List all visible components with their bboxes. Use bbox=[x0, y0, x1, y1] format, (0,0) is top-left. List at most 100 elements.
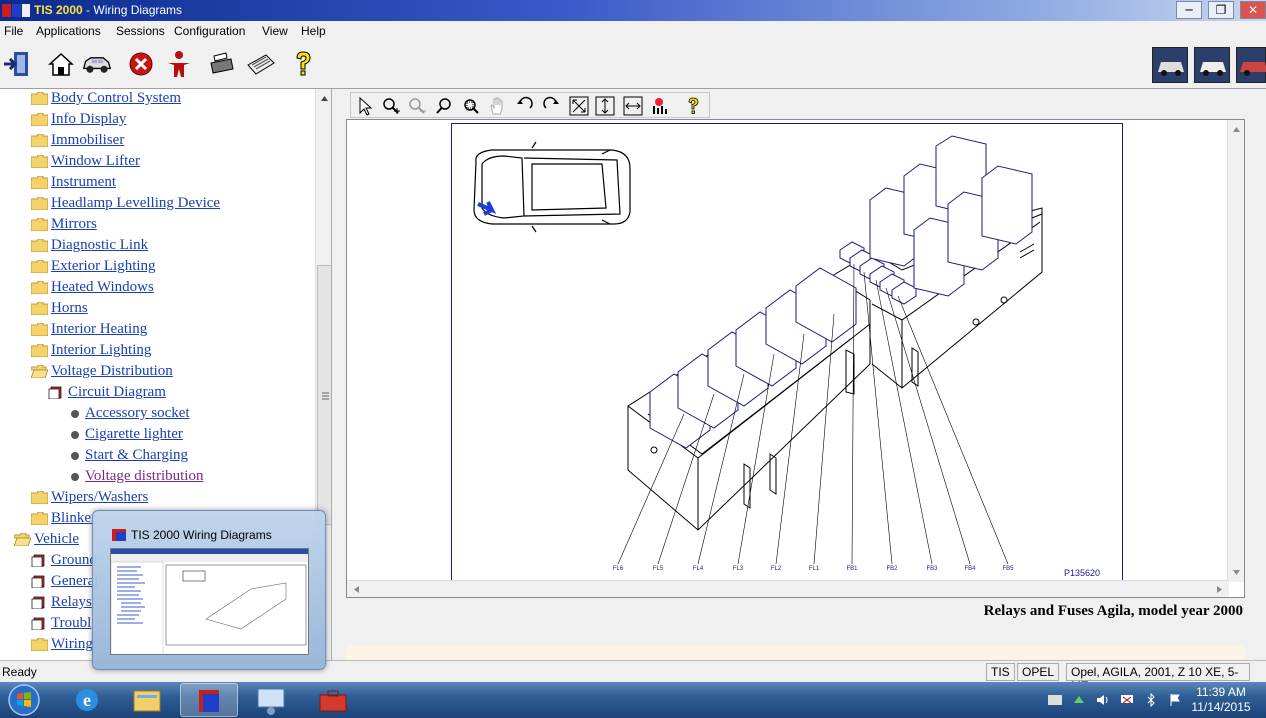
tree-item-label[interactable]: Ground bbox=[51, 552, 97, 569]
tree-item-label[interactable]: Accessory socket bbox=[85, 405, 190, 422]
menu-configuration[interactable]: Configuration bbox=[174, 24, 245, 38]
keyboard-icon[interactable] bbox=[246, 49, 276, 79]
rotate-left-icon[interactable] bbox=[515, 96, 535, 116]
menu-file[interactable]: File bbox=[4, 24, 23, 38]
help-icon[interactable] bbox=[288, 49, 318, 79]
tree-item-label[interactable]: Heated Windows bbox=[51, 279, 154, 296]
rotate-right-icon[interactable] bbox=[541, 96, 561, 116]
thumbnail-preview bbox=[110, 548, 309, 655]
tree-item-label[interactable]: Interior Lighting bbox=[51, 342, 151, 359]
folder-icon bbox=[31, 344, 48, 357]
viewer-help-icon[interactable] bbox=[683, 96, 703, 116]
wiring-diagram[interactable]: FL6 FL5 FL4 FL3 FL2 FL1 FB1 FB2 FB3 FB4 FB5 P13562… bbox=[451, 123, 1123, 581]
tree-item-label[interactable]: Interior Heating bbox=[51, 321, 147, 338]
bluetooth-icon[interactable] bbox=[1144, 693, 1158, 707]
fuse-label: FB1 bbox=[846, 566, 858, 572]
scroll-left-icon[interactable] bbox=[349, 582, 364, 597]
highlight-icon[interactable] bbox=[651, 96, 671, 116]
tree-item-label[interactable]: Immobiliser bbox=[51, 132, 124, 149]
action-center-icon[interactable] bbox=[1168, 693, 1182, 707]
svg-text:e: e bbox=[83, 690, 91, 710]
vehicle-data-button[interactable] bbox=[1194, 47, 1230, 83]
canvas-horizontal-scrollbar[interactable] bbox=[347, 580, 1229, 597]
scroll-up-icon[interactable] bbox=[1229, 122, 1244, 137]
select-icon[interactable] bbox=[355, 96, 375, 116]
tree-item-label[interactable]: Instrument bbox=[51, 174, 116, 191]
scroll-right-icon[interactable] bbox=[1212, 582, 1227, 597]
menu-view[interactable]: View bbox=[262, 24, 288, 38]
folder-icon bbox=[31, 218, 48, 231]
fuse-box-drawing: FL6 FL5 FL4 FL3 FL2 FL1 FB1 FB2 FB3 FB4 FB5 P13562… bbox=[473, 135, 1100, 578]
volume-icon[interactable] bbox=[1096, 693, 1110, 707]
fit-width-icon[interactable] bbox=[623, 96, 643, 116]
toolbox-icon[interactable] bbox=[304, 683, 362, 717]
network-icon[interactable] bbox=[1120, 693, 1134, 707]
zoom-window-icon[interactable] bbox=[461, 96, 481, 116]
home-icon[interactable] bbox=[46, 49, 76, 79]
status-system: TIS bbox=[986, 663, 1015, 681]
start-button[interactable] bbox=[4, 682, 44, 718]
vm-tray-icon[interactable] bbox=[1048, 693, 1062, 707]
tree-item-label[interactable]: Blinker bbox=[51, 510, 96, 527]
zoom-out-icon[interactable] bbox=[407, 96, 427, 116]
network-app-icon[interactable] bbox=[242, 683, 300, 717]
vehicle-select-button[interactable] bbox=[1152, 47, 1188, 83]
tree-item-label[interactable]: Voltage Distribution bbox=[51, 363, 173, 380]
person-icon[interactable] bbox=[164, 49, 194, 79]
tree-item-label[interactable]: Horns bbox=[51, 300, 88, 317]
zoom-icon[interactable] bbox=[435, 96, 455, 116]
tree-item-label[interactable]: Info Display bbox=[51, 111, 126, 128]
taskbar-thumbnail[interactable]: TIS 2000 Wiring Diagrams bbox=[92, 510, 326, 670]
exit-icon[interactable] bbox=[2, 49, 32, 79]
zoom-in-icon[interactable] bbox=[381, 96, 401, 116]
clock[interactable]: 11:39 AM 11/14/2015 bbox=[1186, 685, 1256, 715]
diagram-canvas[interactable]: FL6 FL5 FL4 FL3 FL2 FL1 FB1 FB2 FB3 FB4 FB5 P13562… bbox=[346, 119, 1245, 598]
folder-icon bbox=[31, 281, 48, 294]
printer-icon[interactable] bbox=[206, 49, 236, 79]
ie-icon[interactable]: e bbox=[58, 683, 116, 717]
tree-item-label[interactable]: Wiring bbox=[51, 636, 93, 653]
tree-item-label[interactable]: Cigarette lighter bbox=[85, 426, 183, 443]
tree-item-label[interactable]: Vehicle bbox=[34, 531, 79, 548]
vehicle-service-button[interactable] bbox=[1236, 47, 1266, 83]
folder-icon bbox=[31, 197, 48, 210]
fuse-label: FL5 bbox=[653, 566, 664, 572]
scroll-down-icon[interactable] bbox=[1229, 565, 1244, 580]
tree-scroll-thumb[interactable] bbox=[317, 265, 331, 525]
tree-item-label[interactable]: Wipers/Washers bbox=[51, 489, 148, 506]
folder-icon bbox=[31, 323, 48, 336]
taskbar-tis-button[interactable] bbox=[180, 683, 238, 717]
fit-height-icon[interactable] bbox=[595, 96, 615, 116]
menu-applications[interactable]: Applications bbox=[36, 24, 101, 38]
status-text: Ready bbox=[2, 665, 37, 679]
pan-icon[interactable] bbox=[487, 96, 507, 116]
fit-all-icon[interactable] bbox=[569, 96, 589, 116]
tree-item-label[interactable]: Exterior Lighting bbox=[51, 258, 156, 275]
tree-item-label[interactable]: Headlamp Levelling Device bbox=[51, 195, 220, 212]
menu-sessions[interactable]: Sessions bbox=[116, 24, 165, 38]
tis-app-icon bbox=[2, 4, 30, 17]
diagram-panel: FL6 FL5 FL4 FL3 FL2 FL1 FB1 FB2 FB3 FB4 FB5 P13562… bbox=[333, 89, 1266, 660]
explorer-icon[interactable] bbox=[118, 683, 176, 717]
menu-help[interactable]: Help bbox=[301, 24, 326, 38]
tree-item-label[interactable]: Mirrors bbox=[51, 216, 97, 233]
vehicle-icon[interactable] bbox=[82, 49, 112, 79]
tree-item-label[interactable]: Troubl bbox=[51, 615, 91, 632]
tree-item-label[interactable]: Start & Charging bbox=[85, 447, 188, 464]
close-button[interactable]: ✕ bbox=[1240, 1, 1266, 19]
minimize-button[interactable]: ─ bbox=[1176, 1, 1202, 19]
tree-item-label[interactable]: Relays bbox=[51, 594, 92, 611]
tree-item-label[interactable]: Voltage distribution bbox=[85, 468, 203, 485]
tree-item-label[interactable]: Body Control System bbox=[51, 90, 181, 107]
folder-icon bbox=[31, 512, 48, 525]
folder-icon bbox=[31, 134, 48, 147]
scroll-up-icon[interactable] bbox=[317, 91, 332, 106]
main-toolbar bbox=[0, 41, 1266, 89]
tree-item-label[interactable]: Window Lifter bbox=[51, 153, 140, 170]
canvas-vertical-scrollbar[interactable] bbox=[1227, 120, 1244, 582]
stop-icon[interactable] bbox=[126, 49, 156, 79]
usb-tray-icon[interactable] bbox=[1072, 693, 1086, 707]
tree-item-label[interactable]: Diagnostic Link bbox=[51, 237, 148, 254]
maximize-button[interactable]: ❐ bbox=[1208, 1, 1234, 19]
tree-item-label[interactable]: Circuit Diagram bbox=[68, 384, 166, 401]
